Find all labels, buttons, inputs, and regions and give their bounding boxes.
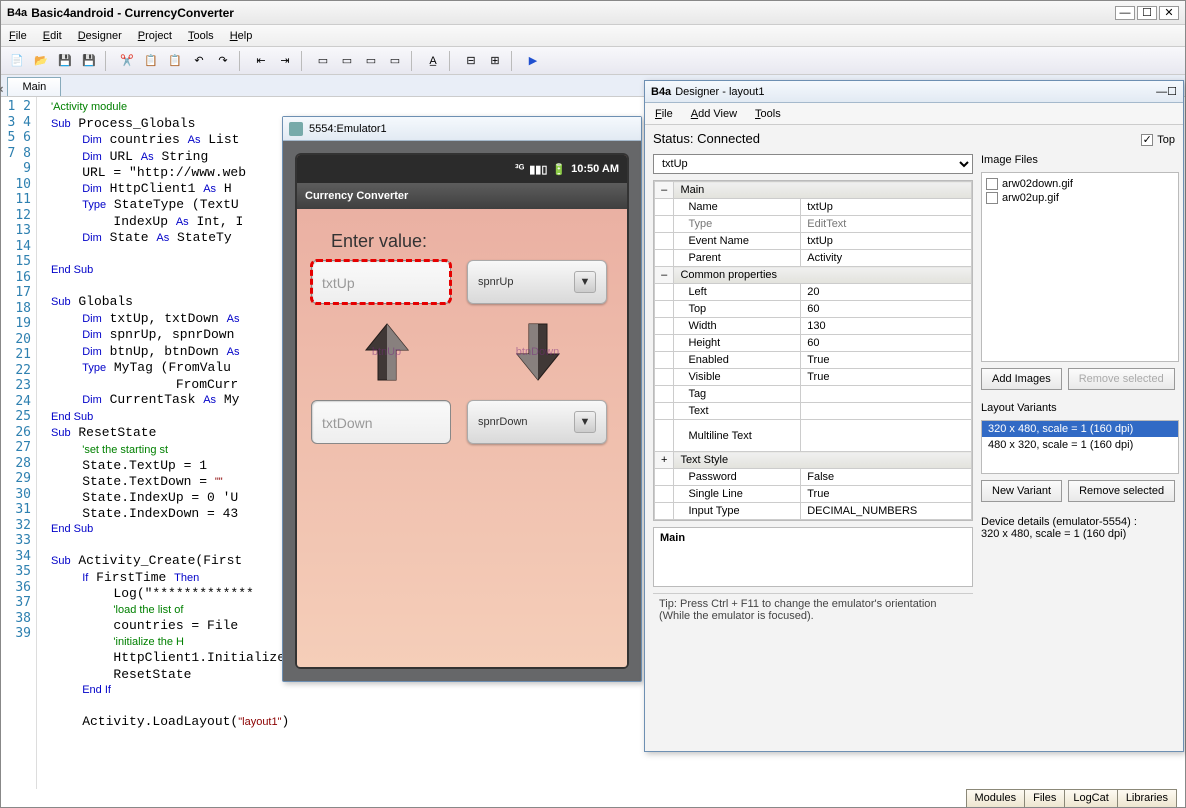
variant-item[interactable]: 320 x 480, scale = 1 (160 dpi) <box>982 421 1178 437</box>
undo-icon[interactable]: ↶ <box>189 51 209 71</box>
designer-window: B4a Designer - layout1 — ☐ File Add View… <box>644 80 1184 752</box>
dropdown-icon: ▼ <box>574 271 596 293</box>
designer-status: Status: Connected <box>653 131 1141 146</box>
collapse-icon[interactable]: – <box>655 182 674 199</box>
image-file-item[interactable]: arw02up.gif <box>1002 192 1059 204</box>
emulator-icon <box>289 122 303 136</box>
tab-files[interactable]: Files <box>1024 789 1065 807</box>
new-variant-button[interactable]: New Variant <box>981 480 1062 502</box>
ide-titlebar: B4a Basic4android - CurrencyConverter — … <box>1 1 1185 25</box>
enter-value-label: Enter value: <box>331 231 613 252</box>
emulator-title: 5554:Emulator1 <box>309 123 387 135</box>
designer-title: Designer - layout1 <box>675 86 1156 98</box>
paste-icon[interactable]: 📋 <box>165 51 185 71</box>
designer-min-button[interactable]: — <box>1156 86 1167 98</box>
img-checkbox[interactable] <box>986 178 998 190</box>
tab-logcat[interactable]: LogCat <box>1064 789 1117 807</box>
t1-icon[interactable]: ⊟ <box>461 51 481 71</box>
window-title: Basic4android - CurrencyConverter <box>31 6 1113 20</box>
collapse-icon[interactable]: – <box>655 267 674 284</box>
close-button[interactable]: ✕ <box>1159 6 1179 20</box>
layout-variants-heading: Layout Variants <box>981 402 1179 414</box>
new-icon[interactable]: 📄 <box>7 51 27 71</box>
top-checkbox[interactable]: ✓ <box>1141 134 1153 146</box>
designer-menu-tools[interactable]: Tools <box>755 108 781 120</box>
tab-libraries[interactable]: Libraries <box>1117 789 1177 807</box>
saveall-icon[interactable]: 💾 <box>79 51 99 71</box>
menu-project[interactable]: Project <box>138 30 172 42</box>
designer-menu-file[interactable]: File <box>655 108 673 120</box>
font-icon[interactable]: A̲ <box>423 51 443 71</box>
view-selector[interactable]: txtUp <box>653 154 973 174</box>
close-tab-icon[interactable]: × <box>0 84 3 96</box>
img-checkbox[interactable] <box>986 192 998 204</box>
line-gutter: 1 2 3 4 5 6 7 8 9 10 11 12 13 14 15 16 1… <box>1 97 37 789</box>
expand-icon[interactable]: + <box>655 452 674 469</box>
property-grid[interactable]: –Main NametxtUp TypeEditText Event Namet… <box>653 180 973 521</box>
minimize-button[interactable]: — <box>1115 6 1135 20</box>
emulator-window: 5554:Emulator1 ³ᴳ ▮▮▯ 🔋 10:50 AM Currenc… <box>282 116 642 682</box>
image-files-list[interactable]: arw02down.gif arw02up.gif <box>981 172 1179 362</box>
run-icon[interactable]: ▶ <box>523 51 543 71</box>
android-statusbar: ³ᴳ ▮▮▯ 🔋 10:50 AM <box>297 155 627 183</box>
outdent-icon[interactable]: ⇤ <box>251 51 271 71</box>
btn-down[interactable]: btnDown <box>506 320 570 384</box>
save-icon[interactable]: 💾 <box>55 51 75 71</box>
block4-icon[interactable]: ▭ <box>385 51 405 71</box>
designer-titlebar: B4a Designer - layout1 — ☐ <box>645 81 1183 103</box>
menu-file[interactable]: File <box>9 30 27 42</box>
menubar: File Edit Designer Project Tools Help <box>1 25 1185 47</box>
top-label: Top <box>1157 134 1175 146</box>
device-details: Device details (emulator-5554) : 320 x 4… <box>981 516 1179 540</box>
block2-icon[interactable]: ▭ <box>337 51 357 71</box>
redo-icon[interactable]: ↷ <box>213 51 233 71</box>
designer-menubar: File Add View Tools <box>645 103 1183 125</box>
designer-max-button[interactable]: ☐ <box>1167 85 1177 98</box>
designer-tip: Tip: Press Ctrl + F11 to change the emul… <box>653 593 973 626</box>
clock-text: 10:50 AM <box>571 163 619 175</box>
app-content: Enter value: txtUp spnrUp▼ btnUp btnDown <box>297 209 627 474</box>
battery-icon: 🔋 <box>552 163 566 176</box>
input-txtup[interactable]: txtUp <box>311 260 451 304</box>
t2-icon[interactable]: ⊞ <box>485 51 505 71</box>
emulator-screen: ³ᴳ ▮▮▯ 🔋 10:50 AM Currency Converter Ent… <box>297 155 627 667</box>
variant-item[interactable]: 480 x 320, scale = 1 (160 dpi) <box>982 437 1178 453</box>
block1-icon[interactable]: ▭ <box>313 51 333 71</box>
android-appbar: Currency Converter <box>297 183 627 209</box>
main-view-box: Main <box>653 527 973 587</box>
layout-variants-list[interactable]: 320 x 480, scale = 1 (160 dpi) 480 x 320… <box>981 420 1179 474</box>
tab-modules[interactable]: Modules <box>966 789 1026 807</box>
menu-help[interactable]: Help <box>230 30 253 42</box>
dropdown-icon: ▼ <box>574 411 596 433</box>
tab-main[interactable]: Main <box>7 77 61 96</box>
designer-menu-addview[interactable]: Add View <box>691 108 737 120</box>
block3-icon[interactable]: ▭ <box>361 51 381 71</box>
cut-icon[interactable]: ✂️ <box>117 51 137 71</box>
copy-icon[interactable]: 📋 <box>141 51 161 71</box>
designer-logo: B4a <box>651 86 671 98</box>
input-txtdown[interactable]: txtDown <box>311 400 451 444</box>
toolbar: 📄 📂 💾 💾 ✂️ 📋 📋 ↶ ↷ ⇤ ⇥ ▭ ▭ ▭ ▭ A̲ ⊟ ⊞ ▶ <box>1 47 1185 75</box>
image-file-item[interactable]: arw02down.gif <box>1002 178 1073 190</box>
open-icon[interactable]: 📂 <box>31 51 51 71</box>
add-images-button[interactable]: Add Images <box>981 368 1062 390</box>
emulator-frame: ³ᴳ ▮▮▯ 🔋 10:50 AM Currency Converter Ent… <box>295 153 629 669</box>
remove-selected-button[interactable]: Remove selected <box>1068 368 1175 390</box>
maximize-button[interactable]: ☐ <box>1137 6 1157 20</box>
signal-3g-icon: ³ᴳ <box>515 163 524 175</box>
menu-tools[interactable]: Tools <box>188 30 214 42</box>
image-files-heading: Image Files <box>981 154 1179 166</box>
app-logo: B4a <box>7 7 27 19</box>
indent-icon[interactable]: ⇥ <box>275 51 295 71</box>
app-title: Currency Converter <box>305 190 408 202</box>
menu-edit[interactable]: Edit <box>43 30 62 42</box>
menu-designer[interactable]: Designer <box>78 30 122 42</box>
remove-variant-button[interactable]: Remove selected <box>1068 480 1175 502</box>
bottom-panel-tabs: Modules Files LogCat Libraries <box>967 789 1177 807</box>
spinner-up[interactable]: spnrUp▼ <box>467 260 607 304</box>
signal-bars-icon: ▮▮▯ <box>529 163 547 176</box>
btn-up[interactable]: btnUp <box>355 320 419 384</box>
emulator-titlebar: 5554:Emulator1 <box>283 117 641 141</box>
spinner-down[interactable]: spnrDown▼ <box>467 400 607 444</box>
